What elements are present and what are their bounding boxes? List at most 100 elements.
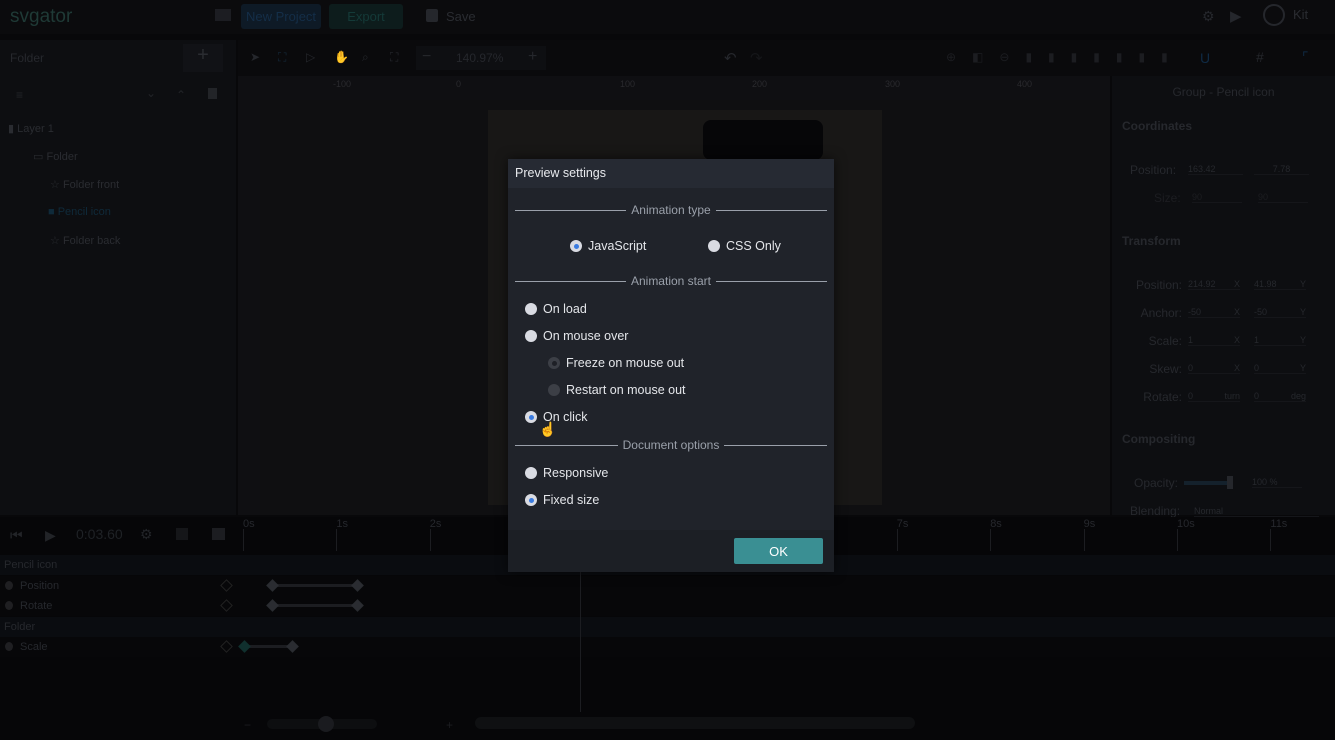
blending-select[interactable]: Normal bbox=[1194, 506, 1319, 517]
properties-panel: Group - Pencil icon Coordinates Position… bbox=[1112, 76, 1335, 518]
transform-input-b[interactable]: -50 Y bbox=[1254, 307, 1306, 318]
timeline-row[interactable]: Rotate bbox=[0, 596, 1335, 616]
add-button[interactable]: + bbox=[183, 44, 223, 72]
layers-panel: Folder + ≡ ⌄ ⌃ ▮ Layer 1 ▭ Folder ☆ Fold… bbox=[0, 40, 236, 515]
zoom-tool-icon[interactable]: ⌕ bbox=[362, 50, 369, 65]
layer-item[interactable]: ☆ Folder front bbox=[50, 178, 119, 191]
undo-icon[interactable]: ↶ bbox=[724, 49, 737, 67]
transform-input-a[interactable]: 1 X bbox=[1188, 335, 1240, 346]
bulb-icon[interactable] bbox=[5, 642, 13, 651]
new-project-button[interactable]: New Project bbox=[241, 4, 321, 29]
transform-input-a[interactable]: 0 turn bbox=[1188, 391, 1240, 402]
label: Position: bbox=[1130, 163, 1177, 177]
transform-tool-icon[interactable]: ⛶ bbox=[278, 50, 286, 65]
pencil-icon-graphic[interactable] bbox=[703, 120, 823, 160]
zoom-in-button[interactable]: + bbox=[528, 48, 537, 66]
radio-on-load[interactable]: On load bbox=[525, 302, 587, 316]
animation-start-heading: Animation start bbox=[515, 274, 827, 288]
position-x-input[interactable]: 163.42 bbox=[1188, 164, 1243, 175]
chevron-up-icon[interactable]: ⌃ bbox=[176, 88, 186, 102]
grid-icon[interactable]: # bbox=[1256, 49, 1264, 65]
user-name[interactable]: Kit bbox=[1293, 7, 1308, 22]
timeline-row[interactable]: Scale bbox=[0, 637, 1335, 657]
add-keyframe-icon[interactable] bbox=[220, 578, 233, 592]
trash-icon[interactable] bbox=[208, 88, 217, 99]
chevron-down-icon[interactable]: ⌄ bbox=[146, 86, 156, 100]
avatar[interactable] bbox=[1263, 4, 1285, 26]
zoom-out-button[interactable]: − bbox=[422, 48, 431, 66]
slider-handle[interactable] bbox=[318, 716, 334, 732]
ok-button[interactable]: OK bbox=[734, 538, 823, 564]
apps-grid-icon[interactable] bbox=[215, 9, 231, 21]
redo-icon[interactable]: ↷ bbox=[750, 49, 763, 67]
select-tool-icon[interactable]: ➤ bbox=[250, 50, 260, 64]
label: Rotate: bbox=[1143, 390, 1182, 404]
radio-responsive[interactable]: Responsive bbox=[525, 466, 608, 480]
align-icons[interactable]: ⊕◧⊖▮▮▮▮▮▮▮ bbox=[946, 50, 1184, 64]
label: Position: bbox=[1135, 278, 1182, 292]
timeline-scrollbar[interactable] bbox=[475, 717, 915, 729]
bulb-icon[interactable] bbox=[5, 601, 13, 610]
keyframe-span[interactable] bbox=[272, 604, 357, 607]
radio-javascript[interactable]: JavaScript bbox=[570, 239, 646, 253]
transform-input-a[interactable]: 214.92 X bbox=[1188, 279, 1240, 290]
transform-input-a[interactable]: -50 X bbox=[1188, 307, 1240, 318]
file-icon: ▮ bbox=[8, 123, 15, 135]
add-keyframe-icon[interactable] bbox=[220, 640, 233, 653]
save-icon[interactable] bbox=[426, 9, 438, 22]
timeline-row[interactable]: Position bbox=[0, 575, 1335, 596]
zoom-level[interactable]: 140.97% bbox=[456, 51, 503, 65]
transform-input-b[interactable]: 0 Y bbox=[1254, 363, 1306, 374]
transform-input-b[interactable]: 1 Y bbox=[1254, 335, 1306, 346]
layer-item[interactable]: ▭ Folder bbox=[33, 150, 78, 163]
add-keyframe-icon[interactable] bbox=[220, 599, 233, 612]
fit-icon[interactable]: ⛶ bbox=[390, 50, 398, 65]
compositing-section[interactable]: Compositing bbox=[1122, 432, 1195, 446]
layer-item[interactable]: ☆ Folder back bbox=[50, 234, 120, 247]
vertical-ruler bbox=[238, 100, 260, 515]
zoom-out-timeline[interactable]: − bbox=[244, 718, 251, 732]
layer-item-selected[interactable]: ■ Pencil icon bbox=[48, 206, 111, 218]
layer-item[interactable]: ▮ Layer 1 bbox=[8, 122, 54, 135]
playhead[interactable] bbox=[580, 557, 581, 712]
svgator-logo[interactable]: svgator bbox=[10, 6, 72, 28]
node-tool-icon[interactable]: ▷ bbox=[306, 50, 315, 64]
opacity-slider[interactable] bbox=[1184, 481, 1232, 485]
radio-on-mouse-over[interactable]: On mouse over bbox=[525, 329, 628, 343]
time-tick-label: 7s bbox=[896, 518, 909, 530]
ruler-icon[interactable]: ⌜ bbox=[1302, 49, 1309, 66]
radio-restart-on-mouse-out[interactable]: Restart on mouse out bbox=[548, 383, 686, 397]
transform-input-a[interactable]: 0 X bbox=[1188, 363, 1240, 374]
dialog-title: Preview settings bbox=[508, 159, 834, 188]
opacity-slider-handle[interactable] bbox=[1227, 476, 1233, 489]
bulb-icon[interactable] bbox=[5, 580, 13, 590]
magnet-icon[interactable]: U bbox=[1200, 50, 1210, 66]
export-button[interactable]: Export bbox=[329, 4, 403, 29]
coordinates-section[interactable]: Coordinates bbox=[1122, 119, 1192, 133]
radio-fixed-size[interactable]: Fixed size bbox=[525, 493, 599, 507]
zoom-in-timeline[interactable]: + bbox=[446, 718, 453, 732]
label: Anchor: bbox=[1140, 306, 1182, 320]
radio-freeze-on-mouse-out[interactable]: Freeze on mouse out bbox=[548, 356, 684, 370]
keyframe-span[interactable] bbox=[244, 645, 292, 648]
save-button[interactable]: Save bbox=[446, 9, 476, 24]
hand-cursor-icon: ☝ bbox=[539, 421, 557, 437]
time-tick bbox=[336, 529, 338, 551]
keyframe-span[interactable] bbox=[272, 583, 357, 587]
time-tick bbox=[896, 529, 898, 551]
radio-css-only[interactable]: CSS Only bbox=[708, 239, 781, 253]
hand-tool-icon[interactable]: ✋ bbox=[334, 50, 349, 64]
height-input[interactable]: 90 bbox=[1258, 192, 1308, 203]
transform-section[interactable]: Transform bbox=[1122, 234, 1181, 248]
width-input[interactable]: 90 bbox=[1192, 192, 1242, 203]
play-preview-icon[interactable]: ▶ bbox=[1230, 7, 1242, 25]
timeline-row[interactable]: Folder bbox=[0, 616, 1335, 637]
position-y-input[interactable]: 7.78 bbox=[1254, 164, 1309, 175]
transform-input-b[interactable]: 0 deg bbox=[1254, 391, 1306, 402]
opacity-input[interactable]: 100 % bbox=[1252, 477, 1302, 488]
settings-sync-icon[interactable]: ⚙ bbox=[1202, 8, 1215, 25]
toolbar: ➤ ⛶ ▷ ✋ ⌕ ⛶ − 140.97% + ↶ ↷ ⊕◧⊖▮▮▮▮▮▮▮ U… bbox=[238, 40, 1335, 76]
time-tick bbox=[1083, 529, 1085, 551]
sort-icon[interactable]: ≡ bbox=[16, 88, 23, 102]
transform-input-b[interactable]: 41.98 Y bbox=[1254, 279, 1306, 290]
